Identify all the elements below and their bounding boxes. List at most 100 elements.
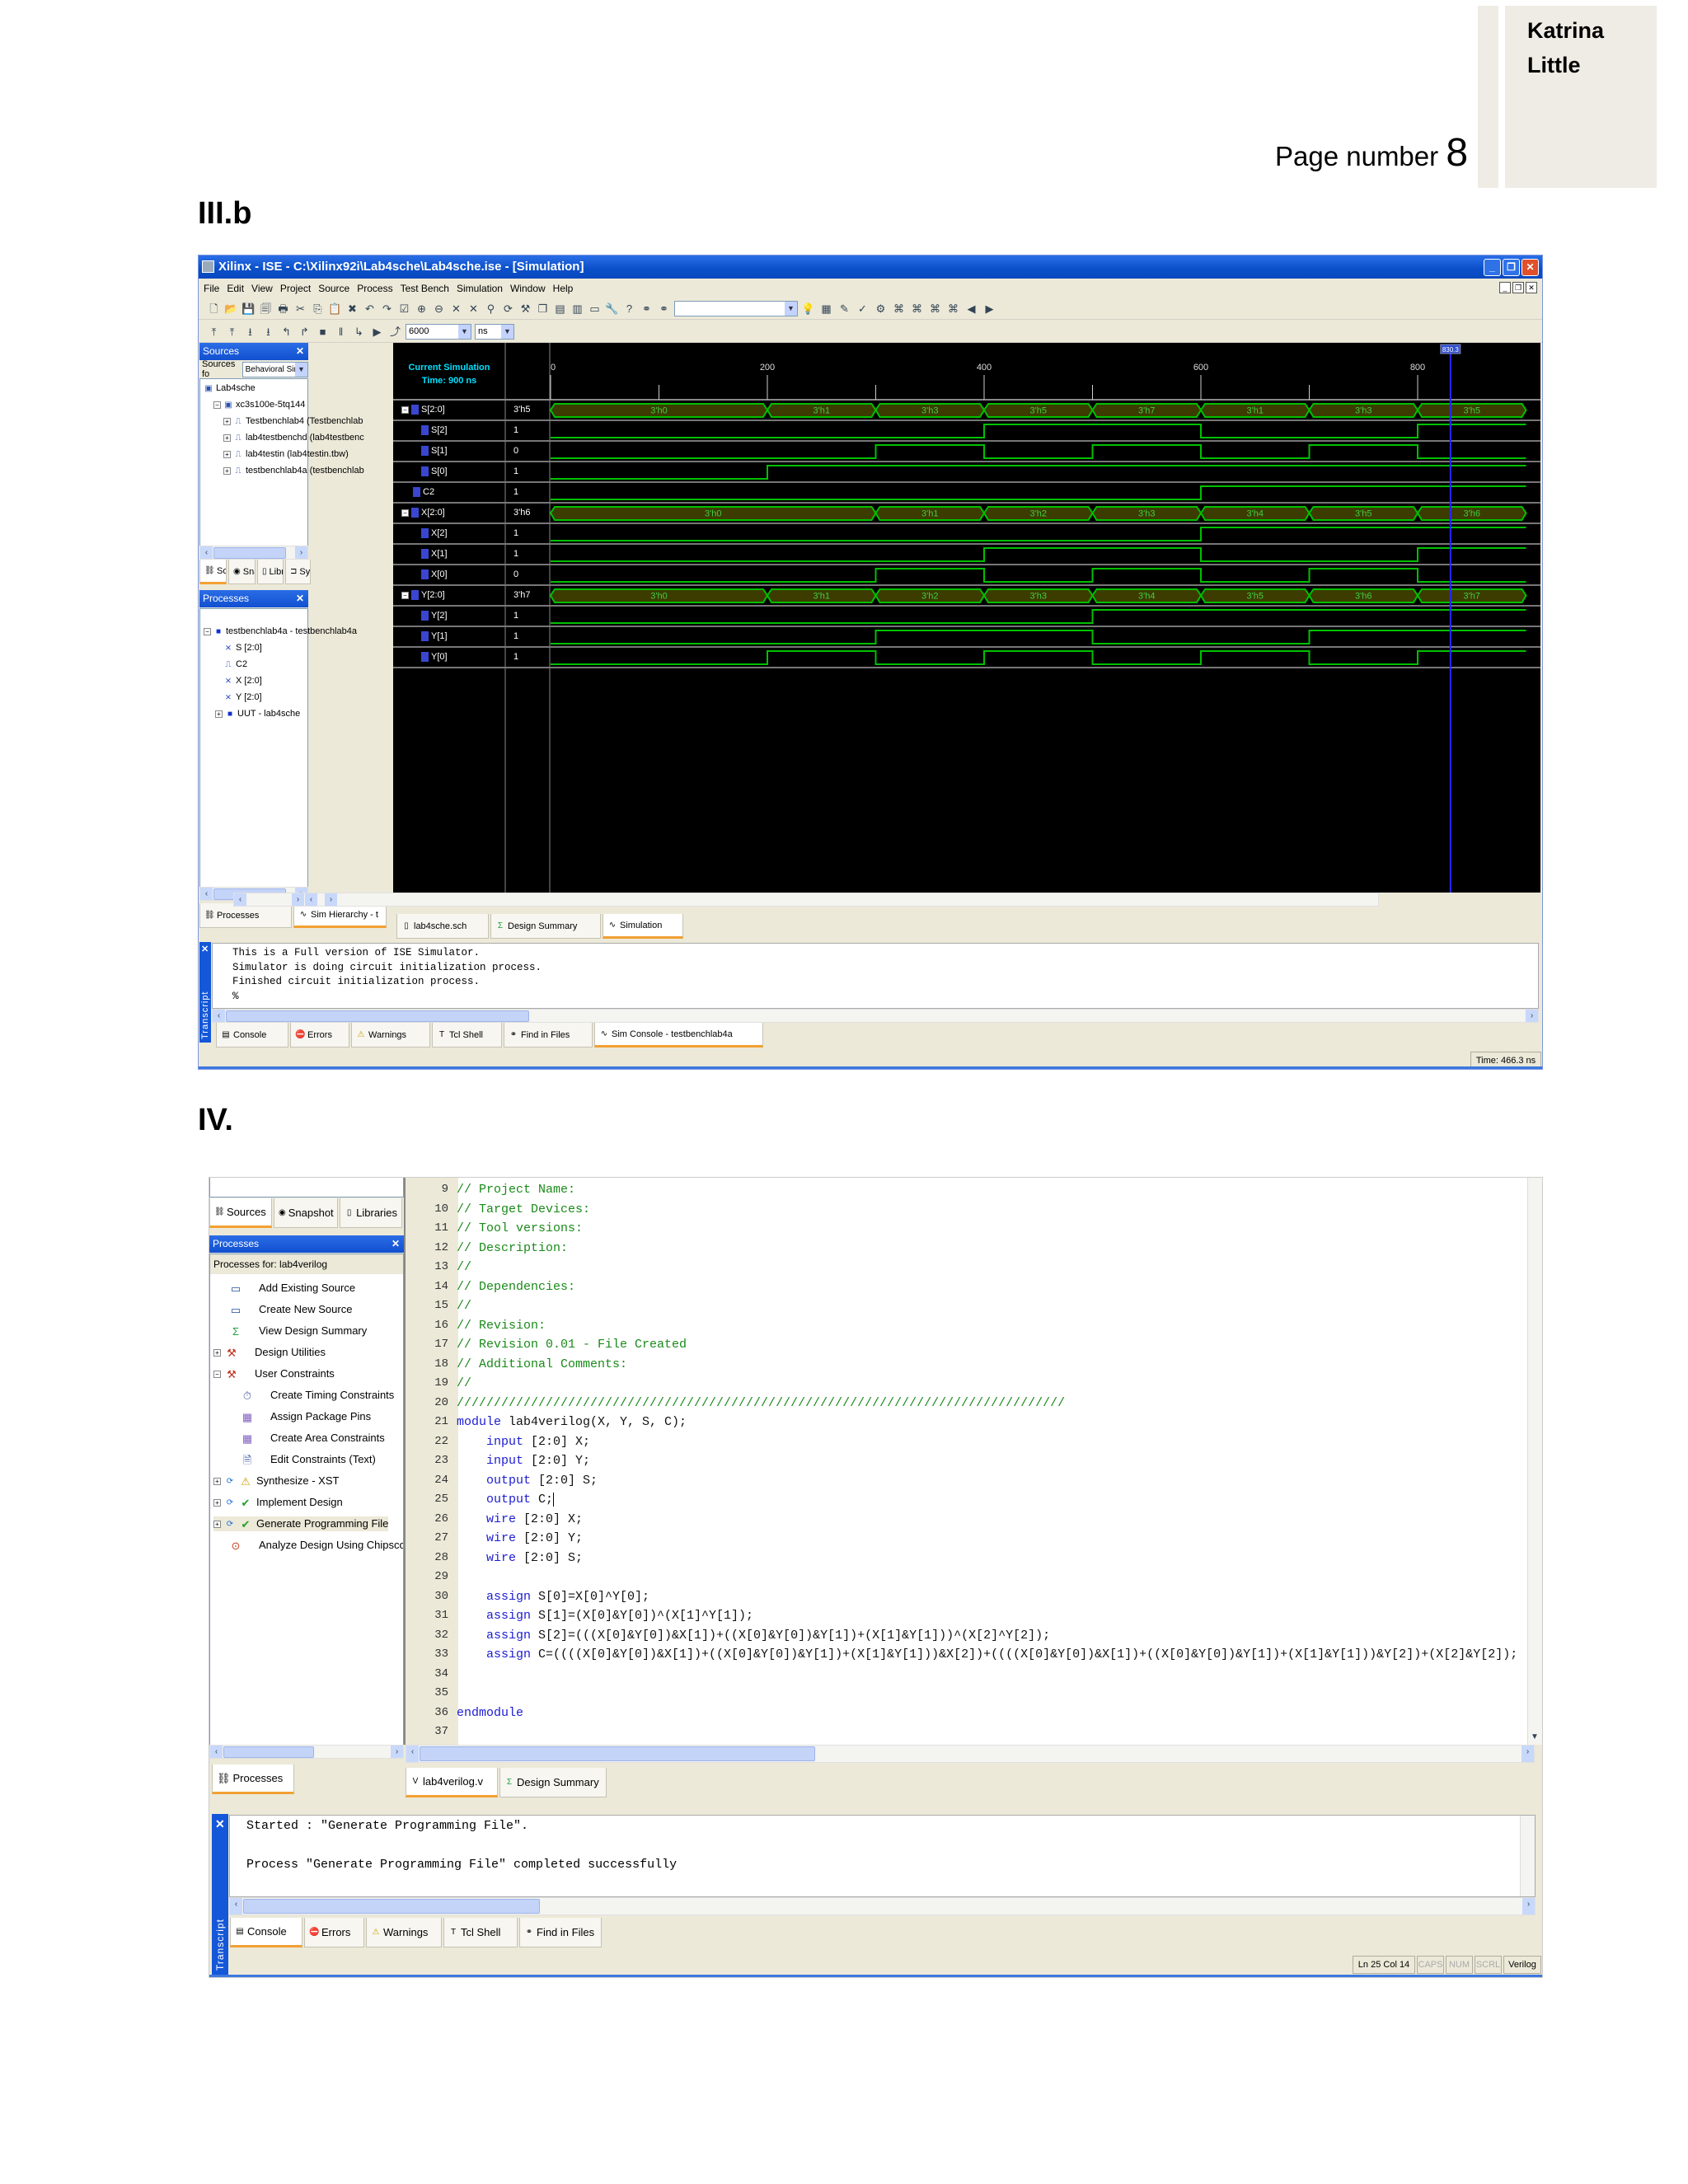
scroll-right-icon[interactable]: ›	[391, 1746, 403, 1758]
expand-icon[interactable]: +	[213, 1520, 221, 1528]
process-item-generate-programming-file[interactable]: + ⟳ ✔ Generate Programming File	[213, 1516, 389, 1531]
process-item-synthesize-xst[interactable]: + ⟳ ⚠ Synthesize - XST	[213, 1474, 339, 1488]
expand-icon[interactable]: +	[223, 466, 231, 475]
code-line[interactable]: assign S[1]=(X[0]&Y[0])^(X[1]^Y[1]);	[457, 1606, 753, 1626]
code-line[interactable]: input [2:0] Y;	[457, 1451, 590, 1471]
code-line[interactable]: // Revision:	[457, 1316, 546, 1336]
mdi-minimize-button[interactable]: _	[1499, 282, 1511, 293]
tree-item-source[interactable]: ▣ Lab4sche	[204, 381, 255, 396]
tab-snapshot[interactable]: ◉ Snapshot	[274, 1198, 338, 1228]
code-line[interactable]: wire [2:0] X;	[457, 1510, 583, 1530]
tab-tcl-shell[interactable]: T Tcl Shell	[432, 1023, 502, 1047]
transcript-output[interactable]: This is a Full version of ISE Simulator.…	[212, 943, 1539, 1009]
scroll-thumb[interactable]	[223, 1746, 314, 1758]
find-zoom-icon[interactable]: ⚲	[484, 302, 498, 316]
scroll-left-icon[interactable]: ‹	[200, 546, 213, 559]
scroll-right-icon[interactable]: ›	[1522, 1898, 1535, 1915]
tab-lab4verilog-v[interactable]: Vlab4verilog.v	[406, 1768, 498, 1797]
delete-icon[interactable]: ✖	[345, 302, 359, 316]
editor-hscrollbar[interactable]: ‹ ›	[406, 1745, 1535, 1763]
tab-snaps[interactable]: ◉Snaps	[228, 560, 256, 584]
transcript-output[interactable]: Started : "Generate Programming File". Pr…	[229, 1815, 1536, 1897]
tab-syml[interactable]: ⊐Syml	[285, 560, 311, 584]
processes-hscrollbar[interactable]: ‹›	[209, 1745, 404, 1759]
menu-file[interactable]: File	[204, 283, 219, 294]
hammer-icon[interactable]: ⚒	[518, 302, 532, 316]
code-line[interactable]: assign S[0]=X[0]^Y[0];	[457, 1587, 649, 1607]
tree-item-source[interactable]: − ▣ xc3s100e-5tq144	[213, 397, 305, 412]
run-for-icon[interactable]: ⤴	[388, 325, 402, 339]
expand-icon[interactable]: +	[213, 1498, 221, 1507]
play-icon[interactable]: ▶	[370, 325, 384, 339]
process-item-view-design-summary[interactable]: Σ View Design Summary	[213, 1324, 367, 1338]
tree-item-signal[interactable]: ⨯ Y [2:0]	[223, 690, 262, 705]
code-line[interactable]: module lab4verilog(X, Y, S, C);	[457, 1413, 687, 1432]
route-3-icon[interactable]: ⌘	[928, 302, 942, 316]
process-item-assign-package-pins[interactable]: ▦ Assign Package Pins	[232, 1409, 371, 1424]
code-line[interactable]: // Target Devices:	[457, 1200, 590, 1220]
collapse-icon[interactable]: −	[204, 627, 211, 635]
mdi-close-button[interactable]: ✕	[1526, 282, 1537, 293]
find-combo[interactable]: ▼	[674, 301, 798, 316]
run-icon[interactable]: ⭳	[243, 325, 257, 339]
mdi-restore-button[interactable]: ❐	[1512, 282, 1524, 293]
expand-icon[interactable]: +	[223, 450, 231, 458]
find-in-files-icon[interactable]: ⚭	[657, 302, 671, 316]
process-item-analyze-design-using-chipscope[interactable]: ⊙ Analyze Design Using Chipscope	[213, 1538, 403, 1553]
code-line[interactable]: endmodule	[457, 1704, 523, 1723]
tile-horizontal-icon[interactable]: ▤	[553, 302, 567, 316]
tab-find-in-files[interactable]: ⚭ Find in Files	[504, 1023, 593, 1047]
route-2-icon[interactable]: ⌘	[910, 302, 924, 316]
menu-project[interactable]: Project	[280, 283, 311, 294]
undo-icon[interactable]: ↶	[363, 302, 377, 316]
tab-libra[interactable]: ▯Libra	[257, 560, 284, 584]
tree-item-source[interactable]: + ⎍ testbenchlab4a (testbenchlab	[223, 463, 364, 478]
tab-console[interactable]: ▤ Console	[216, 1023, 288, 1047]
code-line[interactable]: assign S[2]=(((X[0]&Y[0])&X[1])+((X[0]&Y…	[457, 1626, 1050, 1646]
menu-source[interactable]: Source	[318, 283, 349, 294]
tree-item-testbench-root[interactable]: − ■ testbenchlab4a - testbenchlab4a	[204, 624, 357, 639]
code-line[interactable]: //	[457, 1296, 471, 1316]
close-panel-icon[interactable]: ✕	[392, 1235, 400, 1253]
code-line[interactable]: // Additional Comments:	[457, 1355, 627, 1375]
tile-vertical-icon[interactable]: ▥	[570, 302, 584, 316]
forward-icon[interactable]: ▶	[982, 302, 996, 316]
maximize-button[interactable]: ❐	[1503, 259, 1520, 276]
copy-icon[interactable]: ⎘	[311, 302, 325, 316]
help-pointer-icon[interactable]: ?	[622, 302, 636, 316]
code-line[interactable]: wire [2:0] Y;	[457, 1529, 583, 1549]
collapse-icon[interactable]: −	[213, 1370, 221, 1378]
cut-icon[interactable]: ✂	[293, 302, 307, 316]
tab-processes[interactable]: ⛓ Processes	[212, 1765, 294, 1794]
scroll-left-icon[interactable]: ‹	[200, 888, 213, 900]
code-line[interactable]: output C;	[457, 1490, 555, 1510]
tree-item-source[interactable]: + ⎍ Testbenchlab4 (Testbenchlab	[223, 414, 363, 429]
scroll-down-icon[interactable]: ▼	[1531, 1732, 1539, 1741]
menu-process[interactable]: Process	[357, 283, 392, 294]
close-panel-icon[interactable]: ✕	[296, 343, 304, 360]
menu-window[interactable]: Window	[510, 283, 546, 294]
tab-errors[interactable]: ⛔ Errors	[290, 1023, 349, 1047]
transcript-vscrollbar[interactable]	[1520, 1816, 1535, 1896]
editor-vscrollbar[interactable]: ▼	[1527, 1178, 1542, 1745]
menu-view[interactable]: View	[251, 283, 273, 294]
tab-sim-console-testbenchlab4a[interactable]: ∿ Sim Console - testbenchlab4a	[594, 1023, 763, 1047]
scroll-left-icon[interactable]: ‹	[210, 1746, 223, 1758]
tab-processes[interactable]: ⛓ Processes	[199, 903, 292, 928]
code-line[interactable]: // Project Name:	[457, 1180, 575, 1200]
scroll-left-icon[interactable]: ‹	[406, 1746, 419, 1762]
code-line[interactable]: //	[457, 1258, 471, 1277]
scroll-left-icon[interactable]: ‹	[305, 893, 317, 906]
sources-view-select[interactable]: Behavioral Simulation▼	[241, 361, 308, 377]
restart-all-icon[interactable]: ↱	[298, 325, 312, 339]
paste-icon[interactable]: 📋	[328, 302, 342, 316]
print-icon[interactable]: 🖶	[276, 302, 290, 316]
lightbulb-icon[interactable]: 💡	[801, 302, 815, 316]
chip-icon[interactable]: ⚙	[874, 302, 888, 316]
tab-sources[interactable]: ⛓ Sources	[209, 1198, 272, 1228]
menu-simulation[interactable]: Simulation	[457, 283, 503, 294]
tab-tcl-shell[interactable]: T Tcl Shell	[443, 1918, 518, 1947]
close-panel-icon[interactable]: ✕	[296, 590, 304, 607]
scroll-right-icon[interactable]: ›	[325, 893, 337, 906]
pause-icon[interactable]: ‖	[334, 325, 348, 339]
